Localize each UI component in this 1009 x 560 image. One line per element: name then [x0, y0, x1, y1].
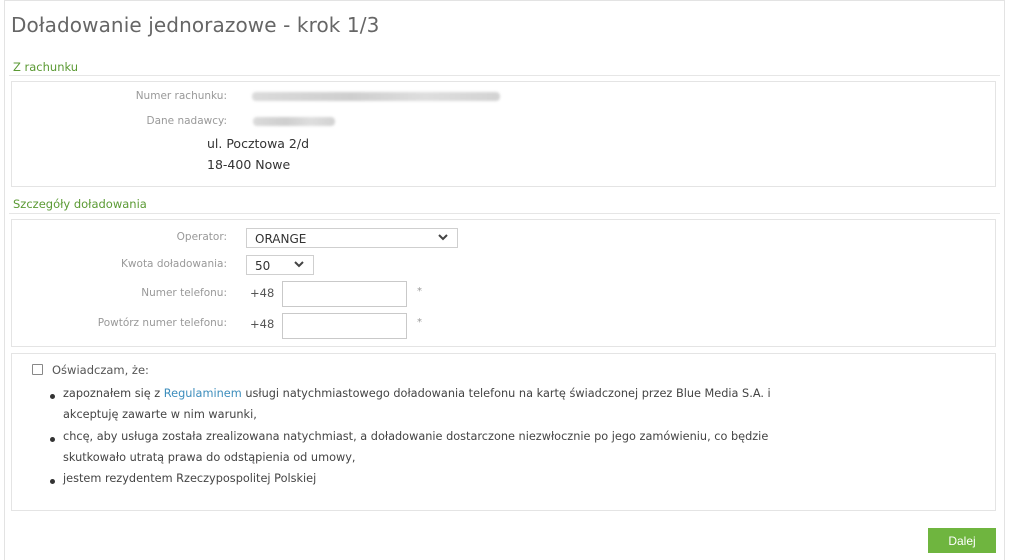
amount-label: Kwota doładowania: — [121, 258, 227, 270]
address-line-2: 18-400 Nowe — [207, 157, 291, 172]
details-section-label: Szczegóły doładowania — [13, 197, 147, 211]
declaration-item-1: zapoznałem się z Regulaminem usługi naty… — [63, 387, 771, 400]
account-number-value — [252, 92, 500, 101]
sender-data-label: Dane nadawcy: — [146, 115, 227, 127]
declaration-item-2-line2: skutkowało utratą prawa do odstąpienia o… — [63, 451, 356, 464]
page-title: Doładowanie jednorazowe - krok 1/3 — [11, 13, 380, 37]
amount-select[interactable]: 50 — [246, 255, 314, 275]
regulations-link[interactable]: Regulaminem — [164, 387, 242, 400]
amount-selected-value: 50 — [255, 259, 271, 273]
phone-input[interactable] — [282, 281, 407, 307]
declaration-item-2: chcę, aby usługa została zrealizowana na… — [63, 430, 769, 443]
from-account-panel: Numer rachunku: Dane nadawcy: ul. Poczto… — [11, 81, 996, 187]
declaration-heading: Oświadczam, że: — [52, 363, 149, 377]
topup-page: Doładowanie jednorazowe - krok 1/3 Z rac… — [4, 0, 1005, 560]
operator-label: Operator: — [176, 231, 227, 243]
required-mark: * — [417, 286, 422, 297]
declaration-item-1-line2: akceptuję zawarte w nim warunki, — [63, 408, 257, 421]
divider — [9, 75, 1000, 76]
from-account-section-label: Z rachunku — [13, 60, 79, 74]
operator-selected-value: ORANGE — [255, 232, 307, 246]
account-number-label: Numer rachunku: — [135, 90, 227, 102]
divider — [9, 213, 1000, 214]
sender-name-value — [253, 117, 335, 126]
bullet-icon — [50, 394, 55, 399]
phone-label: Numer telefonu: — [141, 287, 227, 299]
chevron-down-icon — [438, 234, 448, 241]
required-mark: * — [417, 317, 422, 328]
declaration-panel: Oświadczam, że: zapoznałem się z Regulam… — [11, 353, 996, 511]
declaration-item-3: jestem rezydentem Rzeczypospolitej Polsk… — [63, 472, 317, 485]
phone-repeat-input[interactable] — [282, 313, 407, 339]
declaration-item-1-pre: zapoznałem się z — [63, 387, 164, 400]
details-panel: Operator: ORANGE Kwota doładowania: 50 N… — [11, 219, 996, 347]
chevron-down-icon — [294, 261, 304, 268]
declaration-checkbox[interactable] — [32, 364, 43, 375]
phone-repeat-prefix: +48 — [250, 317, 275, 331]
phone-repeat-label: Powtórz numer telefonu: — [97, 317, 227, 329]
address-line-1: ul. Pocztowa 2/d — [207, 136, 310, 151]
declaration-item-1-post: usługi natychmiastowego doładowania tele… — [241, 387, 771, 400]
operator-select[interactable]: ORANGE — [246, 228, 458, 248]
bullet-icon — [50, 437, 55, 442]
phone-prefix: +48 — [250, 286, 275, 300]
next-button[interactable]: Dalej — [928, 528, 996, 553]
bullet-icon — [50, 479, 55, 484]
